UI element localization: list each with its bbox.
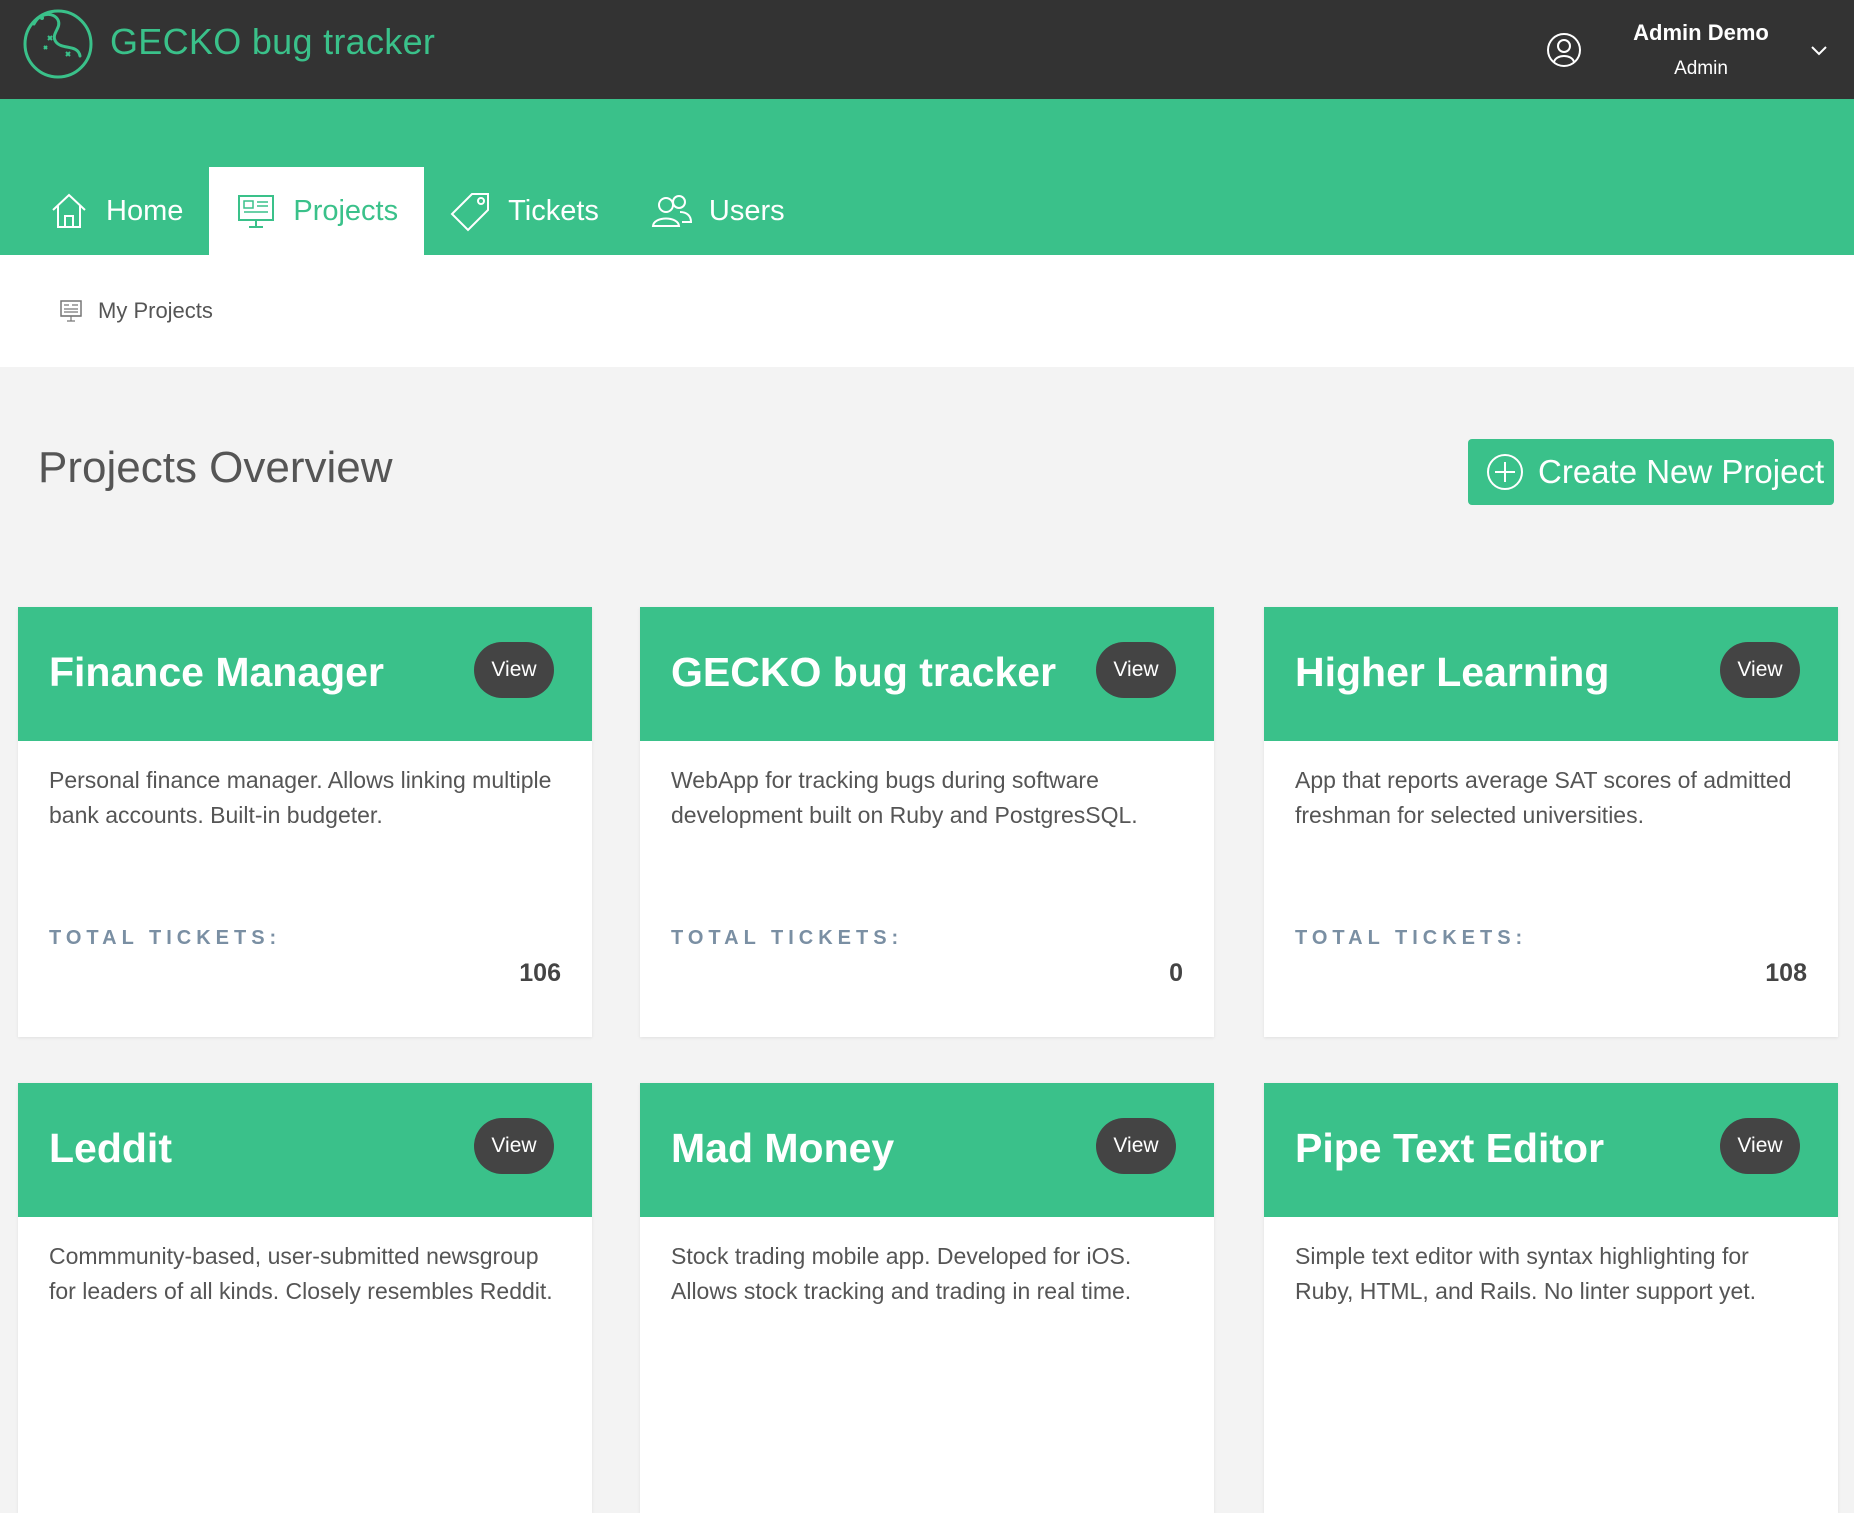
project-card: Higher Learning View App that reports av… xyxy=(1264,607,1838,1037)
total-tickets-label: TOTAL TICKETS: xyxy=(1295,927,1528,949)
project-card: Mad Money View Stock trading mobile app.… xyxy=(640,1083,1214,1513)
view-project-button[interactable]: View xyxy=(1720,1118,1800,1174)
project-title: Finance Manager xyxy=(49,649,384,695)
project-card: Leddit View Commmunity-based, user-submi… xyxy=(18,1083,592,1513)
project-card: GECKO bug tracker View WebApp for tracki… xyxy=(640,607,1214,1037)
create-project-label: Create New Project xyxy=(1538,453,1825,490)
breadcrumb-label[interactable]: My Projects xyxy=(98,298,213,324)
project-title: Leddit xyxy=(49,1125,172,1171)
overview-header: Projects Overview Create New Project xyxy=(0,367,1854,607)
project-card-header: Higher Learning View xyxy=(1264,607,1838,741)
presentation-board-icon xyxy=(238,195,275,228)
project-title: Mad Money xyxy=(671,1125,895,1171)
total-tickets-label: TOTAL TICKETS: xyxy=(671,927,904,949)
project-description: Stock trading mobile app. Developed for … xyxy=(671,1243,1132,1304)
project-title: Higher Learning xyxy=(1295,649,1610,695)
gecko-logo-icon xyxy=(23,9,93,79)
project-card-header: GECKO bug tracker View xyxy=(640,607,1214,741)
total-tickets-label: TOTAL TICKETS: xyxy=(49,927,282,949)
tab-home[interactable]: Home xyxy=(22,167,209,255)
user-role: Admin xyxy=(1674,57,1728,79)
project-card: Pipe Text Editor View Simple text editor… xyxy=(1264,1083,1838,1513)
view-project-button[interactable]: View xyxy=(474,1118,554,1174)
plus-circle-icon xyxy=(1487,454,1523,490)
total-tickets-value: 106 xyxy=(519,959,561,987)
user-avatar-icon xyxy=(1547,32,1581,67)
project-description: Simple text editor with syntax highlight… xyxy=(1295,1243,1757,1304)
view-project-button[interactable]: View xyxy=(1096,1118,1176,1174)
top-bar: GECKO bug tracker Admin Demo Admin xyxy=(0,0,1854,99)
create-project-button[interactable]: Create New Project xyxy=(1468,439,1834,505)
project-description: WebApp for tracking bugs during software… xyxy=(671,767,1138,828)
total-tickets-value: 0 xyxy=(1169,959,1183,987)
tab-tickets[interactable]: Tickets xyxy=(424,167,625,255)
project-title: Pipe Text Editor xyxy=(1295,1125,1605,1171)
tab-users-label: Users xyxy=(708,194,785,227)
project-card-header: Mad Money View xyxy=(640,1083,1214,1217)
tab-users[interactable]: Users xyxy=(625,167,811,255)
project-title: GECKO bug tracker xyxy=(671,649,1057,695)
tab-home-label: Home xyxy=(106,194,184,227)
tab-projects[interactable]: Projects xyxy=(209,167,425,255)
project-description: Personal finance manager. Allows linking… xyxy=(49,767,552,828)
user-info: Admin Demo Admin xyxy=(1606,20,1796,80)
chevron-down-icon[interactable] xyxy=(1808,39,1830,61)
project-description: App that reports average SAT scores of a… xyxy=(1295,767,1792,828)
project-card-header: Finance Manager View xyxy=(18,607,592,741)
brand-name: GECKO bug tracker xyxy=(110,21,436,62)
tag-icon xyxy=(450,193,490,232)
user-menu[interactable]: Admin Demo Admin xyxy=(1546,0,1854,99)
view-project-button[interactable]: View xyxy=(474,642,554,698)
main-nav: Home Projects Tickets Users xyxy=(0,99,1854,255)
page-title: Projects Overview xyxy=(38,443,393,492)
tab-tickets-label: Tickets xyxy=(508,194,599,227)
presentation-board-icon xyxy=(60,300,82,322)
project-card-header: Leddit View xyxy=(18,1083,592,1217)
project-description: Commmunity-based, user-submitted newsgro… xyxy=(49,1243,553,1304)
users-icon xyxy=(651,195,692,227)
home-icon xyxy=(52,193,86,228)
brand[interactable]: GECKO bug tracker xyxy=(20,4,435,80)
breadcrumb: My Projects xyxy=(0,255,1854,367)
total-tickets-value: 108 xyxy=(1765,959,1807,987)
user-name: Admin Demo xyxy=(1633,19,1769,45)
project-card: Finance Manager View Personal finance ma… xyxy=(18,607,592,1037)
view-project-button[interactable]: View xyxy=(1096,642,1176,698)
tab-projects-label: Projects xyxy=(293,194,399,227)
view-project-button[interactable]: View xyxy=(1720,642,1800,698)
project-card-header: Pipe Text Editor View xyxy=(1264,1083,1838,1217)
